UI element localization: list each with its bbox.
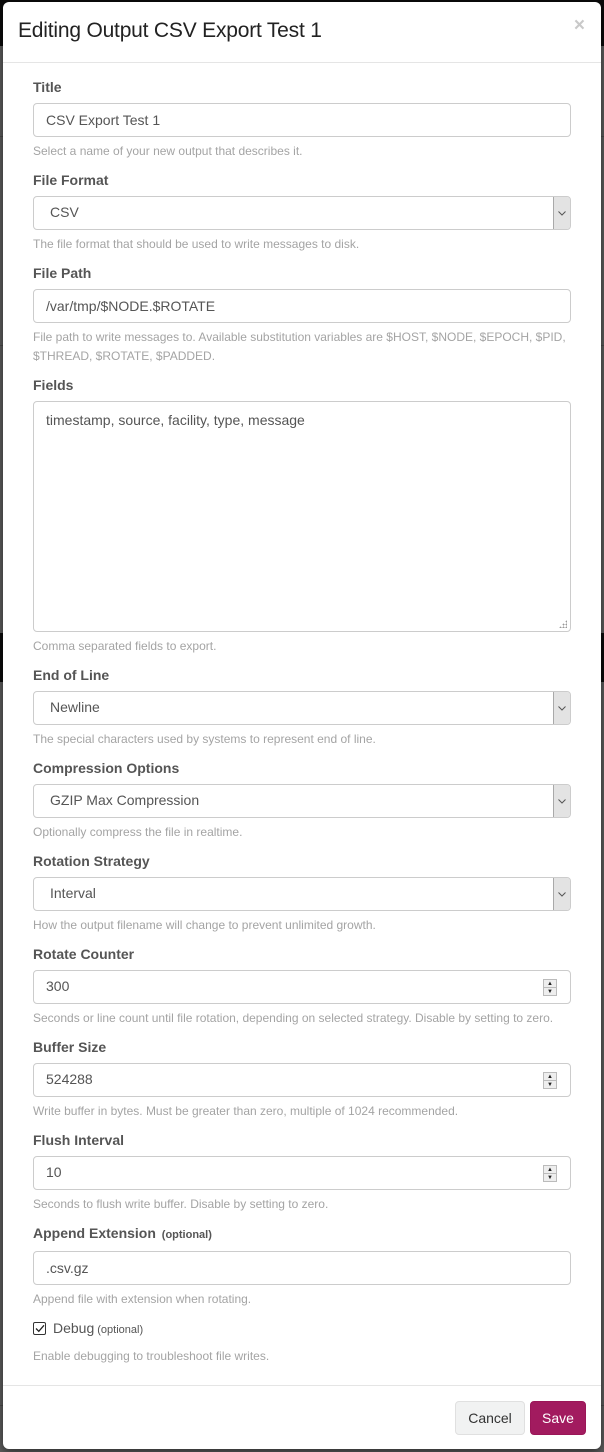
append-extension-input[interactable] bbox=[33, 1251, 571, 1285]
spin-up-icon[interactable]: ▲ bbox=[544, 980, 556, 988]
buffer-size-help: Write buffer in bytes. Must be greater t… bbox=[33, 1104, 459, 1118]
debug-checkbox[interactable] bbox=[33, 1321, 46, 1335]
rotate-counter-value: 300 bbox=[46, 978, 70, 994]
form-group-end-of-line: End of Line Newline The special characte… bbox=[33, 665, 571, 749]
close-button[interactable]: × bbox=[574, 16, 585, 35]
spin-down-icon[interactable]: ▼ bbox=[544, 1081, 556, 1088]
file-path-input[interactable] bbox=[33, 289, 571, 323]
modal-body: Title Select a name of your new output t… bbox=[3, 63, 601, 1385]
save-button[interactable]: Save bbox=[530, 1400, 586, 1435]
form-group-flush-interval: Flush Interval 10 ▲ ▼ Seconds to flush w… bbox=[33, 1130, 571, 1214]
append-extension-help: Append file with extension when rotating… bbox=[33, 1292, 252, 1306]
compression-label: Compression Options bbox=[33, 760, 180, 776]
compression-select[interactable]: GZIP Max Compression bbox=[33, 784, 571, 818]
spin-up-icon[interactable]: ▲ bbox=[544, 1073, 556, 1081]
form-group-title: Title Select a name of your new output t… bbox=[33, 77, 571, 161]
rotate-counter-spinner[interactable]: ▲ ▼ bbox=[543, 979, 557, 996]
rotate-counter-help: Seconds or line count until file rotatio… bbox=[33, 1011, 554, 1025]
form-group-file-format: File Format CSV The file format that sho… bbox=[33, 170, 571, 254]
fields-help: Comma separated fields to export. bbox=[33, 639, 217, 653]
rotation-strategy-value: Interval bbox=[50, 885, 96, 901]
rotate-counter-input[interactable]: 300 ▲ ▼ bbox=[33, 970, 571, 1004]
title-input[interactable] bbox=[33, 103, 571, 137]
file-path-help: File path to write messages to. Availabl… bbox=[33, 330, 566, 363]
debug-checkbox-row[interactable]: Debug (optional) bbox=[33, 1318, 571, 1338]
chevron-down-icon bbox=[553, 692, 570, 724]
modal-title: Editing Output CSV Export Test 1 bbox=[18, 19, 322, 42]
rotation-strategy-label: Rotation Strategy bbox=[33, 853, 150, 869]
resize-handle-icon[interactable] bbox=[559, 620, 567, 628]
flush-interval-input[interactable]: 10 ▲ ▼ bbox=[33, 1156, 571, 1190]
fields-textarea[interactable]: timestamp, source, facility, type, messa… bbox=[33, 401, 571, 632]
form-group-rotate-counter: Rotate Counter 300 ▲ ▼ Seconds or line c… bbox=[33, 944, 571, 1028]
buffer-size-value: 524288 bbox=[46, 1071, 93, 1087]
form-group-debug: Debug (optional) Enable debugging to trou… bbox=[33, 1318, 571, 1366]
buffer-size-spinner[interactable]: ▲ ▼ bbox=[543, 1072, 557, 1089]
end-of-line-label: End of Line bbox=[33, 667, 110, 683]
form-group-rotation-strategy: Rotation Strategy Interval How the outpu… bbox=[33, 851, 571, 935]
modal-footer: Cancel Save bbox=[3, 1385, 601, 1449]
buffer-size-input[interactable]: 524288 ▲ ▼ bbox=[33, 1063, 571, 1097]
debug-help: Enable debugging to troubleshoot file wr… bbox=[33, 1349, 270, 1363]
debug-label-text: Debug bbox=[53, 1320, 95, 1336]
compression-help: Optionally compress the file in realtime… bbox=[33, 825, 243, 839]
file-format-value: CSV bbox=[50, 204, 79, 220]
form-group-fields: Fields timestamp, source, facility, type… bbox=[33, 375, 571, 656]
title-help: Select a name of your new output that de… bbox=[33, 144, 303, 158]
optional-tag: (optional) bbox=[97, 1324, 144, 1336]
chevron-down-icon bbox=[553, 197, 570, 229]
flush-interval-spinner[interactable]: ▲ ▼ bbox=[543, 1165, 557, 1182]
chevron-down-icon bbox=[553, 785, 570, 817]
flush-interval-label: Flush Interval bbox=[33, 1132, 125, 1148]
form-group-file-path: File Path File path to write messages to… bbox=[33, 263, 571, 366]
cancel-button[interactable]: Cancel bbox=[455, 1400, 525, 1435]
file-format-help: The file format that should be used to w… bbox=[33, 237, 360, 251]
rotation-strategy-help: How the output filename will change to p… bbox=[33, 918, 376, 932]
append-extension-label: Append Extension (optional) bbox=[33, 1223, 571, 1245]
end-of-line-help: The special characters used by systems t… bbox=[33, 732, 376, 746]
edit-output-modal: Editing Output CSV Export Test 1 × Title… bbox=[3, 2, 601, 1449]
close-icon: × bbox=[573, 15, 585, 36]
chevron-down-icon bbox=[553, 878, 570, 910]
flush-interval-help: Seconds to flush write buffer. Disable b… bbox=[33, 1197, 329, 1211]
end-of-line-select[interactable]: Newline bbox=[33, 691, 571, 725]
file-path-label: File Path bbox=[33, 265, 92, 281]
optional-tag: (optional) bbox=[161, 1229, 212, 1241]
rotate-counter-label: Rotate Counter bbox=[33, 946, 135, 962]
rotation-strategy-select[interactable]: Interval bbox=[33, 877, 571, 911]
append-extension-label-text: Append Extension bbox=[33, 1225, 156, 1241]
fields-label: Fields bbox=[33, 377, 74, 393]
spin-down-icon[interactable]: ▼ bbox=[544, 988, 556, 995]
spin-up-icon[interactable]: ▲ bbox=[544, 1166, 556, 1174]
form-group-compression: Compression Options GZIP Max Compression… bbox=[33, 758, 571, 842]
flush-interval-value: 10 bbox=[46, 1164, 62, 1180]
compression-value: GZIP Max Compression bbox=[50, 792, 200, 808]
form-group-buffer-size: Buffer Size 524288 ▲ ▼ Write buffer in b… bbox=[33, 1037, 571, 1121]
buffer-size-label: Buffer Size bbox=[33, 1039, 107, 1055]
end-of-line-value: Newline bbox=[50, 699, 100, 715]
debug-label[interactable]: Debug (optional) bbox=[53, 1320, 143, 1336]
form-group-append-extension: Append Extension (optional) Append file … bbox=[33, 1223, 571, 1309]
file-format-label: File Format bbox=[33, 172, 109, 188]
spin-down-icon[interactable]: ▼ bbox=[544, 1174, 556, 1181]
checkmark-icon bbox=[35, 1324, 44, 1332]
title-label: Title bbox=[33, 79, 62, 95]
file-format-select[interactable]: CSV bbox=[33, 196, 571, 230]
fields-textarea-value: timestamp, source, facility, type, messa… bbox=[46, 412, 305, 428]
modal-header: Editing Output CSV Export Test 1 × bbox=[3, 2, 601, 63]
